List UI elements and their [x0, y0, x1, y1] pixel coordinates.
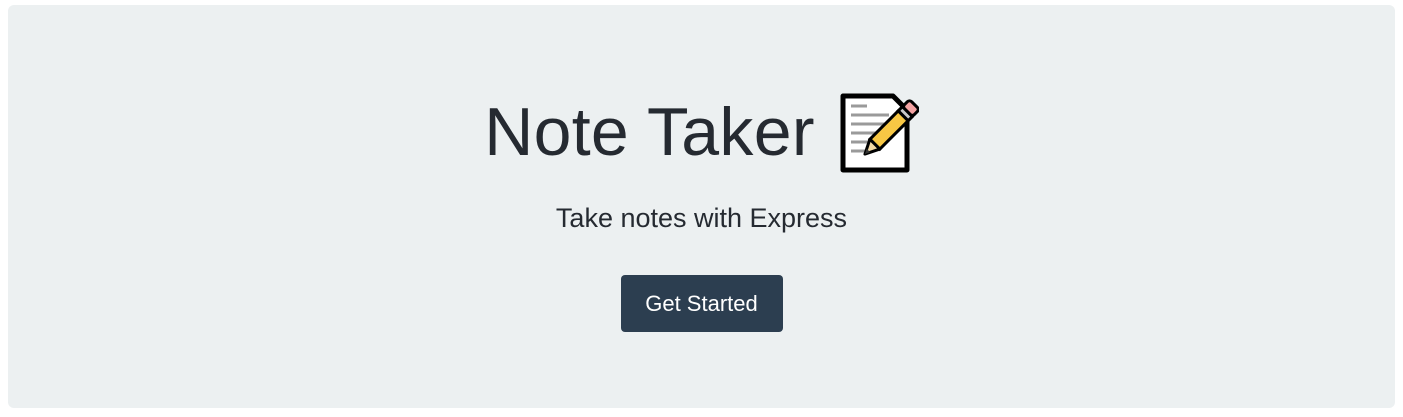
memo-icon [837, 92, 920, 174]
hero-jumbotron: Note Taker Take notes with Express Get S… [8, 5, 1395, 408]
page-subtitle: Take notes with Express [555, 203, 848, 233]
hero-content: Note Taker Take notes with Express Get S… [8, 89, 1395, 332]
title-row: Note Taker [484, 89, 920, 175]
get-started-button[interactable]: Get Started [620, 275, 783, 332]
page-title: Note Taker [484, 94, 815, 170]
